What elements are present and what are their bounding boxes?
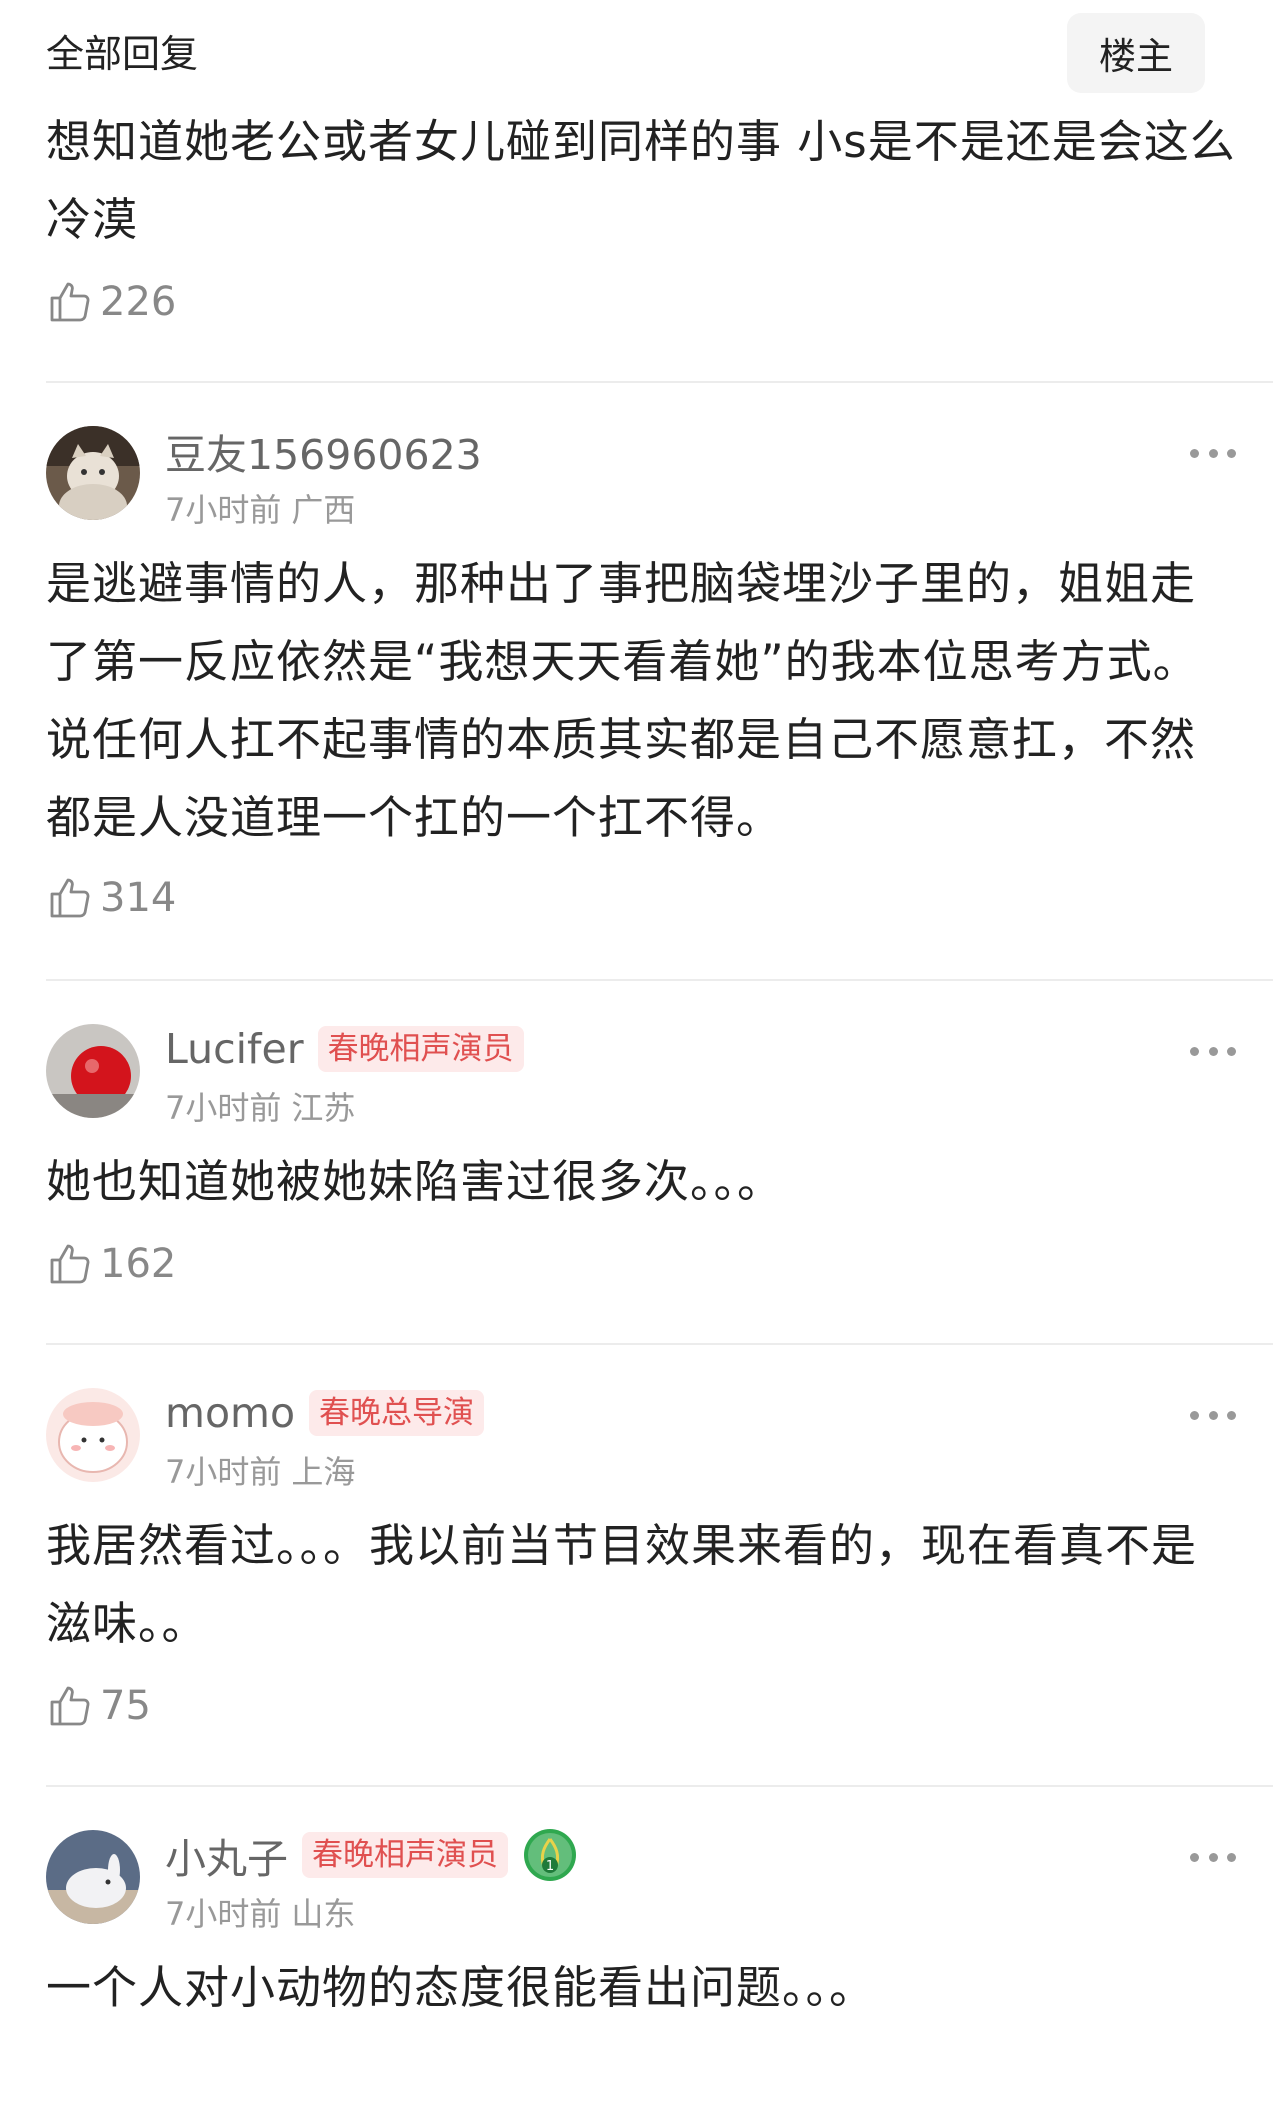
location: 山东 [291, 1895, 356, 1933]
thumbs-up-icon [50, 1686, 90, 1726]
location: 江苏 [291, 1089, 356, 1127]
post-time: 7小时前 [165, 1089, 282, 1127]
like-button[interactable]: 226 [46, 267, 1237, 337]
more-options-icon[interactable] [1190, 1405, 1236, 1425]
post-time: 7小时前 [165, 491, 282, 529]
comment-content: 一个人对小动物的态度很能看出问题。。。 [46, 1961, 876, 2014]
comment-content: 是逃避事情的人，那种出了事把脑袋埋沙子里的，姐姐走了第一反应依然是“我想天天看着… [46, 557, 1199, 844]
username[interactable]: 豆友156960623 [165, 421, 482, 481]
reply-content: 想知道她老公或者女儿碰到同样的事 小s是不是还是会这么冷漠 [46, 115, 1236, 246]
username[interactable]: Lucifer [165, 1025, 304, 1073]
thumbs-up-icon [50, 878, 90, 918]
like-count: 226 [100, 279, 177, 325]
comment-content: 我居然看过。。。我以前当节目效果来看的，现在看真不是滋味。。 [46, 1519, 1198, 1650]
avatar[interactable] [46, 1388, 140, 1482]
like-button[interactable]: 162 [46, 1229, 1237, 1299]
comment-item: 豆友156960623 7小时前 广西 是逃避事情的人，那种出了事把脑袋埋沙子里的… [0, 383, 1283, 933]
like-count: 162 [100, 1241, 177, 1287]
username[interactable]: momo [165, 1389, 295, 1437]
level-number: 1 [546, 1859, 554, 1874]
avatar[interactable] [46, 1830, 140, 1924]
reply-page: 全部回复 楼主 想知道她老公或者女儿碰到同样的事 小s是不是还是会这么冷漠 22… [0, 0, 1283, 2103]
location: 广西 [291, 491, 356, 529]
like-button[interactable]: 314 [46, 863, 1237, 933]
comment-item: 小丸子 春晚相声演员 1 7小时前 山东 一个人对小动物的态度很能看出问题。。。 [0, 1787, 1283, 2027]
comment-item: momo 春晚总导演 7小时前 上海 我居然看过。。。我以前当节目效果来看的，现在… [0, 1345, 1283, 1741]
post-time: 7小时前 [165, 1895, 282, 1933]
title-badge: 春晚相声演员 [317, 1026, 524, 1072]
op-only-button[interactable]: 楼主 [1067, 13, 1205, 93]
thumbs-up-icon [50, 1244, 90, 1284]
username[interactable]: 小丸子 [165, 1825, 288, 1885]
top-reply: 想知道她老公或者女儿碰到同样的事 小s是不是还是会这么冷漠 226 [0, 103, 1283, 337]
thumbs-up-icon [50, 282, 90, 322]
post-time: 7小时前 [165, 1453, 282, 1491]
comment-content: 她也知道她被她妹陷害过很多次。。。 [46, 1155, 784, 1208]
more-options-icon[interactable] [1190, 1041, 1236, 1061]
location: 上海 [291, 1453, 356, 1491]
header: 全部回复 楼主 [0, 0, 1283, 95]
comment-item: Lucifer 春晚相声演员 7小时前 江苏 她也知道她被她妹陷害过很多次。。。 … [0, 981, 1283, 1299]
all-replies-title: 全部回复 [46, 32, 199, 76]
level-badge-icon: 1 [524, 1829, 576, 1881]
like-count: 314 [100, 875, 177, 921]
title-badge: 春晚相声演员 [302, 1832, 508, 1878]
more-options-icon[interactable] [1190, 1847, 1236, 1867]
title-badge: 春晚总导演 [309, 1390, 485, 1436]
avatar[interactable] [46, 426, 140, 520]
more-options-icon[interactable] [1190, 443, 1236, 463]
like-count: 75 [100, 1683, 151, 1729]
like-button[interactable]: 75 [46, 1671, 1237, 1741]
avatar[interactable] [46, 1024, 140, 1118]
